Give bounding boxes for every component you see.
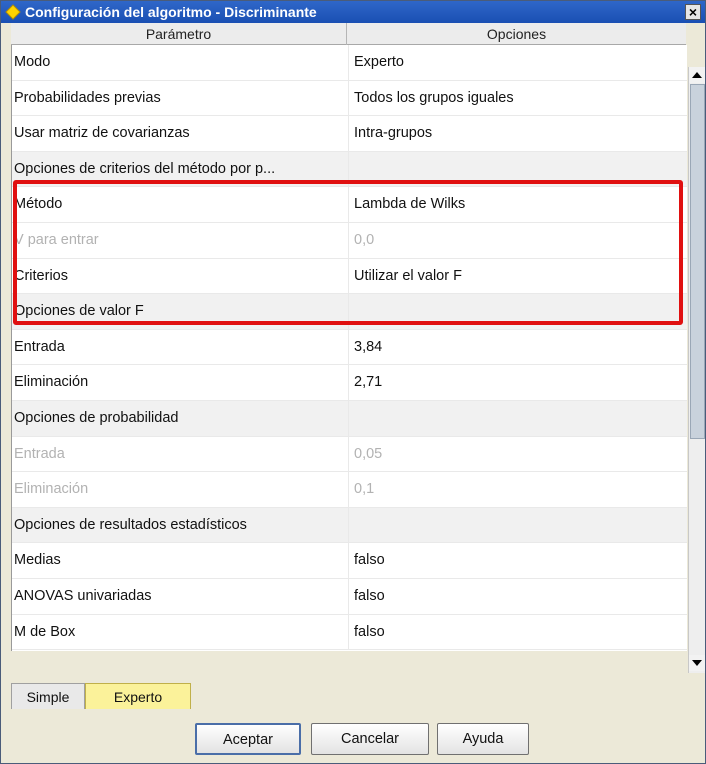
option-value-cell[interactable]: Utilizar el valor F xyxy=(354,259,684,294)
scroll-thumb[interactable] xyxy=(690,84,705,439)
parameter-cell: Medias xyxy=(14,552,61,569)
parameter-cell: Criterios xyxy=(14,267,68,284)
parameter-cell: M de Box xyxy=(14,623,76,640)
option-value-cell[interactable]: falso xyxy=(354,543,684,578)
table-row[interactable]: ANOVAS univariadas falso xyxy=(12,578,687,615)
option-value-cell xyxy=(354,152,684,187)
cancelar-button[interactable]: Cancelar xyxy=(311,723,429,755)
settings-table: Modo Experto Probabilidades previas Todos l… xyxy=(11,45,687,651)
section-row[interactable]: Opciones de resultados estadísticos xyxy=(12,507,687,544)
option-value-cell xyxy=(354,401,684,436)
ayuda-button[interactable]: Ayuda xyxy=(437,723,529,755)
option-value-cell[interactable]: 2,71 xyxy=(354,365,684,400)
scroll-up-button[interactable] xyxy=(689,67,705,83)
dialog-window: Configuración del algoritmo - Discrimina… xyxy=(0,0,706,764)
table-row[interactable]: Usar matriz de covarianzas Intra-grupos xyxy=(12,116,687,152)
parameter-cell: Entrada xyxy=(14,445,65,462)
column-header-options[interactable]: Opciones xyxy=(347,23,686,45)
column-divider xyxy=(348,222,349,258)
section-row[interactable]: Opciones de probabilidad xyxy=(12,400,687,437)
column-divider xyxy=(348,543,349,578)
option-value-cell[interactable]: Intra-grupos xyxy=(354,116,684,151)
diamond-icon xyxy=(5,4,21,20)
table-row[interactable]: M de Box falso xyxy=(12,614,687,651)
aceptar-button[interactable]: Aceptar xyxy=(195,723,301,755)
parameter-cell: Probabilidades previas xyxy=(14,89,161,106)
parameter-cell: Modo xyxy=(14,54,51,70)
scroll-down-button[interactable] xyxy=(689,655,705,671)
table-row[interactable]: Medias falso xyxy=(12,543,687,579)
tab-experto[interactable]: Experto xyxy=(85,683,191,709)
parameter-cell: V para entrar xyxy=(14,231,99,248)
parameter-cell: Eliminación xyxy=(14,481,89,498)
column-divider xyxy=(348,507,349,543)
parameter-cell: Opciones de resultados estadísticos xyxy=(14,516,247,533)
table-row[interactable]: Probabilidades previas Todos los grupos i… xyxy=(12,80,687,117)
close-button[interactable]: × xyxy=(685,4,701,20)
parameter-cell: Opciones de valor F xyxy=(14,303,144,320)
parameter-cell: Opciones de probabilidad xyxy=(14,409,179,426)
option-value-cell[interactable]: Todos los grupos iguales xyxy=(354,81,684,116)
option-value-cell[interactable]: falso xyxy=(354,615,684,650)
column-divider xyxy=(348,614,349,650)
table-row[interactable]: Método Lambda de Wilks xyxy=(12,187,687,223)
parameter-cell: Usar matriz de covarianzas xyxy=(14,125,190,142)
column-divider xyxy=(348,187,349,222)
arrow-down-icon xyxy=(692,660,702,666)
table-header: Parámetro Opciones xyxy=(11,23,686,45)
parameter-cell: ANOVAS univariadas xyxy=(14,587,152,604)
column-divider xyxy=(348,116,349,151)
parameter-cell: Método xyxy=(14,196,63,213)
option-value-cell[interactable]: falso xyxy=(354,579,684,614)
table-row[interactable]: Eliminación 0,1 xyxy=(12,472,687,508)
arrow-up-icon xyxy=(692,72,702,78)
parameter-cell: Opciones de criterios del método por p..… xyxy=(14,160,276,177)
section-row[interactable]: Opciones de criterios del método por p..… xyxy=(12,151,687,188)
parameter-cell: Eliminación xyxy=(14,374,89,391)
column-divider xyxy=(348,400,349,436)
column-divider xyxy=(348,472,349,507)
option-value-cell: 0,05 xyxy=(354,445,383,462)
column-divider xyxy=(348,365,349,400)
column-divider xyxy=(348,329,349,365)
option-value-cell xyxy=(354,294,684,329)
table-row[interactable]: Entrada 0,05 xyxy=(12,436,687,473)
option-value-cell: 0,0 xyxy=(354,231,375,248)
column-divider xyxy=(348,436,349,472)
option-value-cell[interactable]: 3,84 xyxy=(354,330,684,365)
option-value-cell: 0,1 xyxy=(354,481,375,498)
table-row[interactable]: Criterios Utilizar el valor F xyxy=(12,258,687,295)
table-row[interactable]: Eliminación 2,71 xyxy=(12,365,687,401)
column-divider xyxy=(348,258,349,294)
column-divider xyxy=(348,294,349,329)
section-row[interactable]: Opciones de valor F xyxy=(12,294,687,330)
window-title: Configuración del algoritmo - Discrimina… xyxy=(25,4,317,20)
parameter-cell: Entrada xyxy=(14,338,65,355)
vertical-scrollbar[interactable] xyxy=(688,67,705,673)
column-divider xyxy=(348,45,349,80)
option-value-cell[interactable]: Lambda de Wilks xyxy=(354,187,684,222)
table-row[interactable]: Modo Experto xyxy=(12,45,687,81)
column-divider xyxy=(348,578,349,614)
title-bar[interactable]: Configuración del algoritmo - Discrimina… xyxy=(1,1,705,23)
table-row[interactable]: Entrada 3,84 xyxy=(12,329,687,366)
option-value-cell xyxy=(354,508,684,543)
tab-simple[interactable]: Simple xyxy=(11,683,85,709)
column-divider xyxy=(348,151,349,187)
column-header-parameter[interactable]: Parámetro xyxy=(11,23,347,45)
button-bar: Aceptar Cancelar Ayuda xyxy=(1,719,705,759)
column-divider xyxy=(348,80,349,116)
table-row[interactable]: V para entrar 0,0 xyxy=(12,222,687,259)
option-value-cell[interactable]: Experto xyxy=(354,45,684,80)
